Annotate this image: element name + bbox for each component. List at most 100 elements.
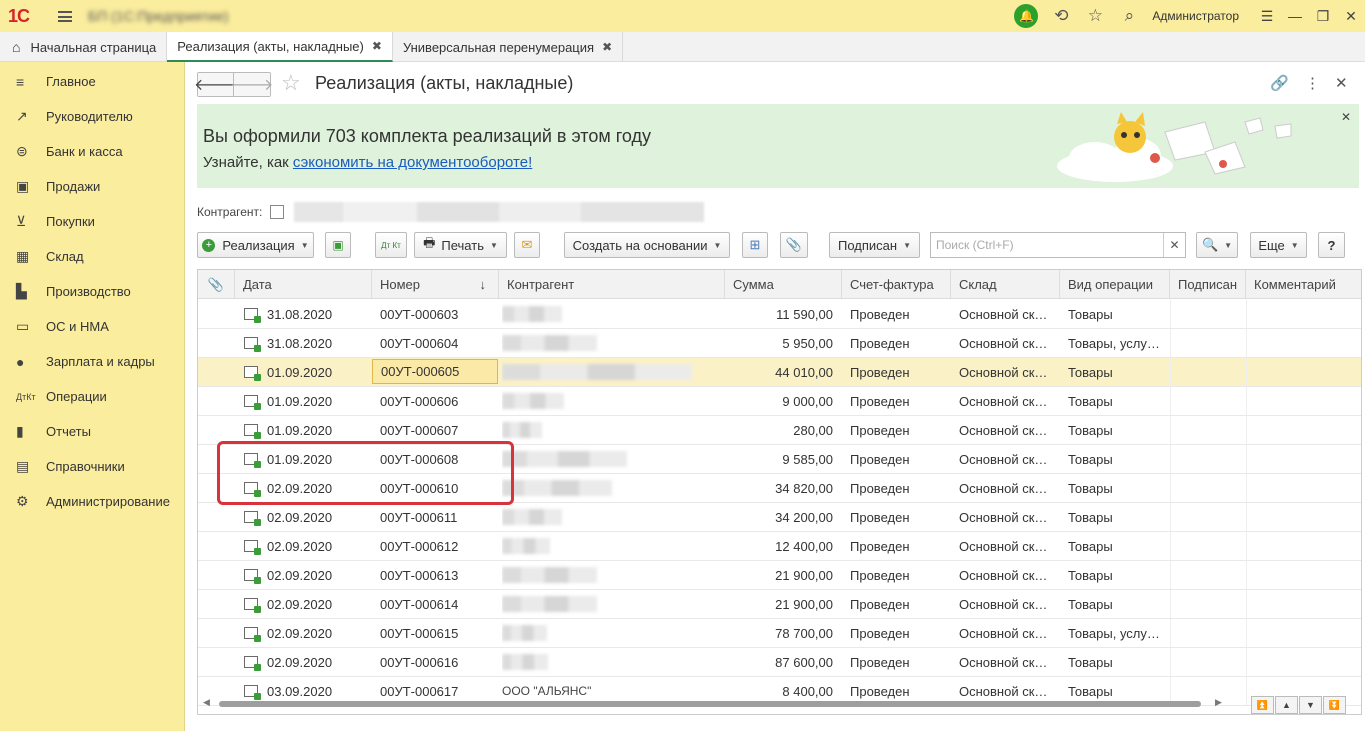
sidebar-item-main[interactable]: ≡ Главное [0, 64, 184, 99]
dt-kt-button[interactable]: Дт Кт [375, 232, 407, 258]
cell-invoice: Проведен [850, 538, 910, 554]
cell-signed [1170, 503, 1246, 531]
plus-icon: + [202, 238, 216, 252]
column-header-comment[interactable]: Комментарий [1246, 270, 1361, 299]
cell-counterparty [502, 445, 722, 473]
search-icon[interactable]: ⌕ [1118, 5, 1140, 27]
banner-link[interactable]: сэкономить на документообороте! [293, 154, 532, 171]
tab-sales[interactable]: Реализация (акты, накладные) ✖ [167, 32, 393, 62]
cell-number: 00УТ-000615 [380, 625, 459, 641]
cell-signed [1170, 416, 1246, 444]
sidebar-item-reports[interactable]: ▮ Отчеты [0, 414, 184, 449]
search-options-button[interactable]: 🔍 ▼ [1196, 232, 1238, 258]
minimize-icon[interactable]: — [1281, 8, 1309, 24]
scroll-right-icon[interactable]: ▶ [1215, 697, 1222, 708]
page-down-icon[interactable]: ▼ [1299, 696, 1322, 714]
main-content: 🡐 🡒 ☆ Реализация (акты, накладные) 🔗 ⋮ ✕… [185, 62, 1365, 731]
cell-warehouse: Основной ск… [959, 335, 1048, 351]
close-window-icon[interactable]: ✕ [1337, 8, 1365, 25]
sidebar-item-admin[interactable]: ⚙ Администрирование [0, 484, 184, 519]
table-row[interactable]: 02.09.2020 00УТ-000615 78 700,00 Проведен Ос… [198, 619, 1361, 648]
close-tab-icon[interactable]: ✖ [602, 40, 612, 54]
history-icon[interactable]: ⟲ [1050, 5, 1072, 27]
sidebar-item-catalogs[interactable]: ▤ Справочники [0, 449, 184, 484]
restore-icon[interactable]: ❐ [1309, 8, 1337, 25]
more-vertical-icon[interactable]: ⋮ [1305, 74, 1320, 92]
table-row[interactable]: 02.09.2020 00УТ-000613 21 900,00 Проведен Ос… [198, 561, 1361, 590]
attachment-icon[interactable]: 📎 [780, 232, 808, 258]
column-header-signed[interactable]: Подписан [1170, 270, 1246, 299]
table-row[interactable]: 01.09.2020 00УТ-000605 44 010,00 Проведен Ос… [198, 358, 1361, 387]
table-row[interactable]: 02.09.2020 00УТ-000612 12 400,00 Проведен Ос… [198, 532, 1361, 561]
close-form-icon[interactable]: ✕ [1335, 74, 1348, 92]
column-header-counterparty[interactable]: Контрагент [499, 270, 725, 299]
cell-date: 31.08.2020 [267, 335, 333, 351]
email-icon[interactable]: ✉ [514, 232, 540, 258]
help-button[interactable]: ? [1318, 232, 1345, 258]
favorite-star-icon[interactable]: ☆ [281, 70, 301, 96]
sidebar-item-label: Банк и касса [46, 144, 123, 159]
to-top-icon[interactable]: ⏫ [1251, 696, 1274, 714]
chevron-down-icon: ▼ [489, 240, 498, 250]
table-row[interactable]: 02.09.2020 00УТ-000611 34 200,00 Проведен Ос… [198, 503, 1361, 532]
sidebar-item-warehouse[interactable]: ▦ Склад [0, 239, 184, 274]
table-row[interactable]: 02.09.2020 00УТ-000614 21 900,00 Проведен Ос… [198, 590, 1361, 619]
sidebar-item-sales[interactable]: ▣ Продажи [0, 169, 184, 204]
sidebar-item-operations[interactable]: ДтКт Операции [0, 379, 184, 414]
print-button[interactable]: 🖶 Печать ▼ [414, 232, 507, 258]
page-up-icon[interactable]: ▲ [1275, 696, 1298, 714]
table-row[interactable]: 31.08.2020 00УТ-000604 5 950,00 Проведен Осн… [198, 329, 1361, 358]
column-header-date[interactable]: Дата [235, 270, 372, 299]
create-sale-button[interactable]: + Реализация ▼ [197, 232, 314, 258]
cell-warehouse: Основной ск… [959, 654, 1048, 670]
sidebar-item-bank[interactable]: ⊜ Банк и касса [0, 134, 184, 169]
banner-close-icon[interactable]: ✕ [1341, 110, 1351, 124]
column-header-operation[interactable]: Вид операции [1060, 270, 1170, 299]
counterparty-filter-field-redacted[interactable] [294, 202, 705, 222]
sidebar-item-production[interactable]: ▙ Производство [0, 274, 184, 309]
structure-icon[interactable]: ⊞ [742, 232, 768, 258]
notifications-bell-icon[interactable]: 🔔 [1014, 4, 1039, 28]
sidebar-item-manager[interactable]: ↗ Руководителю [0, 99, 184, 134]
cell-number: 00УТ-000607 [380, 422, 459, 438]
favorites-star-icon[interactable]: ☆ [1084, 5, 1106, 27]
counterparty-filter-checkbox[interactable] [270, 205, 285, 219]
table-row[interactable]: 01.09.2020 00УТ-000606 9 000,00 Проведен Осн… [198, 387, 1361, 416]
sidebar-item-purchases[interactable]: ⊻ Покупки [0, 204, 184, 239]
column-header-number[interactable]: Номер ↓ [372, 270, 499, 299]
history-nav: 🡐 🡒 [194, 72, 273, 97]
settings-menu-icon[interactable]: ☰ [1253, 8, 1281, 25]
table-row[interactable]: 31.08.2020 00УТ-000603 11 590,00 Проведен Ос… [198, 300, 1361, 329]
close-tab-icon[interactable]: ✖ [372, 39, 382, 53]
column-header-invoice[interactable]: Счет-фактура [842, 270, 951, 299]
factory-icon: ▙ [16, 283, 27, 299]
sidebar-item-label: Отчеты [46, 424, 91, 439]
forward-button[interactable]: 🡒 [231, 73, 273, 96]
scroll-left-icon[interactable]: ◀ [203, 697, 210, 708]
column-header-sum[interactable]: Сумма [725, 270, 842, 299]
sidebar-item-assets[interactable]: ▭ ОС и НМА [0, 309, 184, 344]
sidebar-item-salary[interactable]: ● Зарплата и кадры [0, 344, 184, 379]
cell-comment [1246, 300, 1361, 328]
search-input[interactable]: Поиск (Ctrl+F) ✕ [930, 232, 1186, 258]
attachment-column-icon[interactable]: 📎 [198, 270, 235, 299]
more-button[interactable]: Еще ▼ [1250, 232, 1307, 258]
copy-document-icon[interactable]: ▣ [325, 232, 351, 258]
back-button[interactable]: 🡐 [194, 73, 237, 96]
printer-icon: 🖶 [423, 235, 436, 250]
scrollbar-thumb[interactable] [219, 701, 1201, 707]
tab-home[interactable]: ⌂ Начальная страница [0, 32, 168, 62]
to-bottom-icon[interactable]: ⏬ [1323, 696, 1346, 714]
signed-filter-button[interactable]: Подписан ▼ [829, 232, 920, 258]
main-menu-icon[interactable] [58, 10, 72, 22]
sidebar-item-label: ОС и НМА [46, 319, 109, 334]
cell-comment [1246, 358, 1361, 386]
link-icon[interactable]: 🔗 [1270, 74, 1289, 92]
user-name[interactable]: Администратор [1152, 9, 1239, 23]
table-row[interactable]: 02.09.2020 00УТ-000616 87 600,00 Проведен Ос… [198, 648, 1361, 677]
horizontal-scrollbar[interactable]: ◀ ▶ [197, 697, 1242, 711]
tab-renumbering[interactable]: Универсальная перенумерация ✖ [393, 32, 624, 62]
clear-search-icon[interactable]: ✕ [1163, 233, 1185, 257]
column-header-warehouse[interactable]: Склад [951, 270, 1060, 299]
create-based-on-button[interactable]: Создать на основании ▼ [564, 232, 730, 258]
